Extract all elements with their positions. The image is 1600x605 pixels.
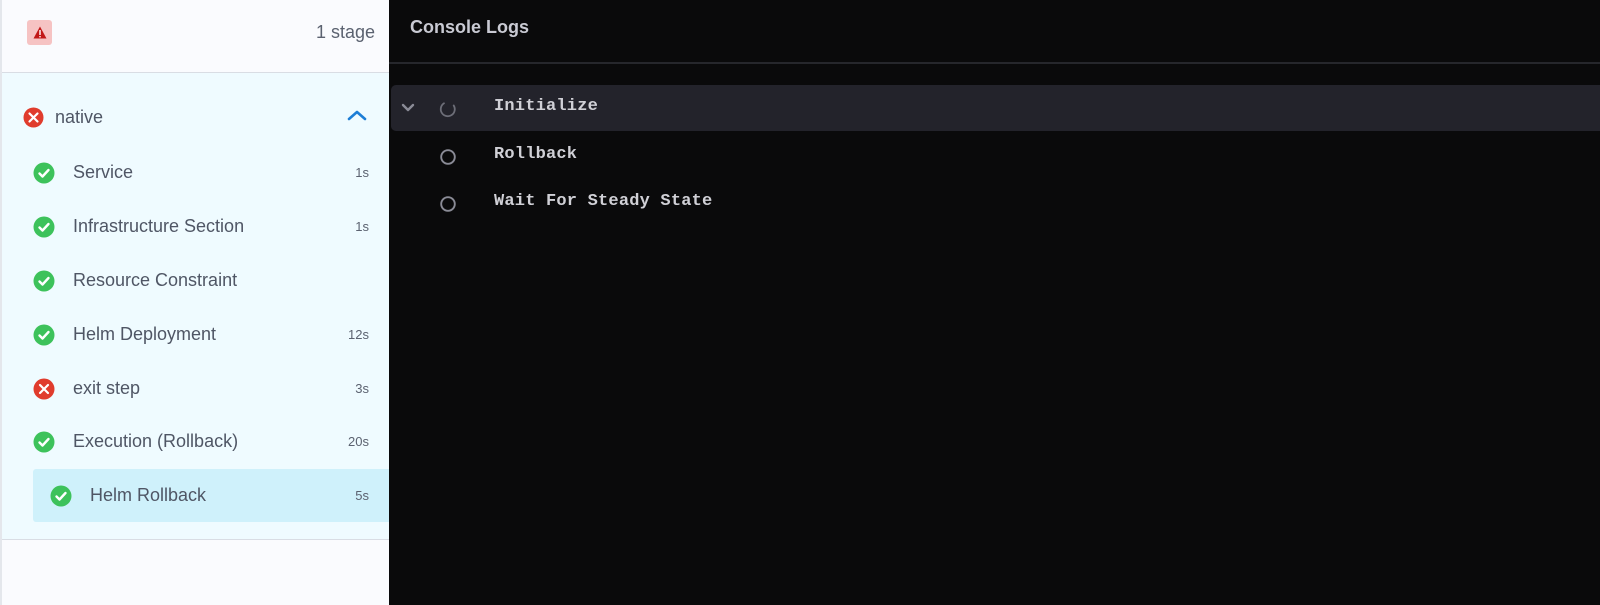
step-name: exit step bbox=[73, 378, 141, 398]
warning-icon bbox=[27, 20, 52, 45]
success-icon bbox=[33, 324, 55, 351]
chevron-down-icon[interactable] bbox=[400, 100, 416, 119]
log-section-label: Wait For Steady State bbox=[494, 192, 713, 211]
success-icon bbox=[33, 216, 55, 243]
stage-panel: native Service 1s Infrastructure Section… bbox=[2, 73, 391, 540]
log-section-initialize[interactable]: Initialize bbox=[391, 85, 1600, 131]
log-section-label: Initialize bbox=[494, 97, 599, 116]
step-helm-rollback[interactable]: Helm Rollback 5s bbox=[33, 469, 391, 522]
step-service[interactable]: Service 1s bbox=[2, 147, 391, 197]
step-exit-step[interactable]: exit step 3s bbox=[2, 363, 391, 413]
stage-row-native[interactable]: native bbox=[2, 98, 391, 138]
success-icon bbox=[33, 162, 55, 189]
step-name: Helm Deployment bbox=[73, 324, 217, 344]
step-name: Service bbox=[73, 162, 134, 182]
step-resource-constraint[interactable]: Resource Constraint bbox=[2, 255, 391, 305]
step-duration: 1s bbox=[355, 165, 369, 180]
step-name: Helm Rollback bbox=[90, 485, 207, 505]
pending-circle-icon bbox=[439, 148, 457, 171]
step-execution-rollback[interactable]: Execution (Rollback) 20s bbox=[2, 416, 391, 466]
step-name: Resource Constraint bbox=[73, 270, 238, 290]
success-icon bbox=[33, 270, 55, 297]
pending-circle-icon bbox=[439, 195, 457, 218]
failed-icon bbox=[23, 107, 44, 133]
stage-name: native bbox=[55, 107, 104, 127]
step-duration: 5s bbox=[355, 488, 369, 503]
divider bbox=[389, 62, 1600, 64]
sidebar-header: 1 stage bbox=[2, 0, 391, 73]
step-name: Infrastructure Section bbox=[73, 216, 245, 236]
console-title: Console Logs bbox=[410, 17, 530, 37]
step-name: Execution (Rollback) bbox=[73, 431, 239, 451]
console-logs-panel: Console Logs Initialize Rollback Wait Fo… bbox=[389, 0, 1600, 605]
success-icon bbox=[50, 485, 72, 512]
log-section-label: Rollback bbox=[494, 145, 578, 164]
stage-count: 1 stage bbox=[315, 22, 375, 42]
step-helm-deployment[interactable]: Helm Deployment 12s bbox=[2, 309, 391, 359]
step-duration: 20s bbox=[348, 434, 369, 449]
loading-spinner-icon bbox=[439, 100, 457, 123]
step-infrastructure-section[interactable]: Infrastructure Section 1s bbox=[2, 201, 391, 251]
step-duration: 1s bbox=[355, 219, 369, 234]
step-duration: 3s bbox=[355, 381, 369, 396]
log-section-rollback[interactable]: Rollback bbox=[391, 133, 1600, 179]
chevron-up-icon[interactable] bbox=[346, 108, 368, 127]
log-section-wait-for-steady-state[interactable]: Wait For Steady State bbox=[391, 180, 1600, 226]
failed-icon bbox=[33, 378, 55, 405]
step-duration: 12s bbox=[348, 327, 369, 342]
success-icon bbox=[33, 431, 55, 458]
pipeline-sidebar: 1 stage native Service 1s Infrastructure… bbox=[0, 0, 391, 605]
